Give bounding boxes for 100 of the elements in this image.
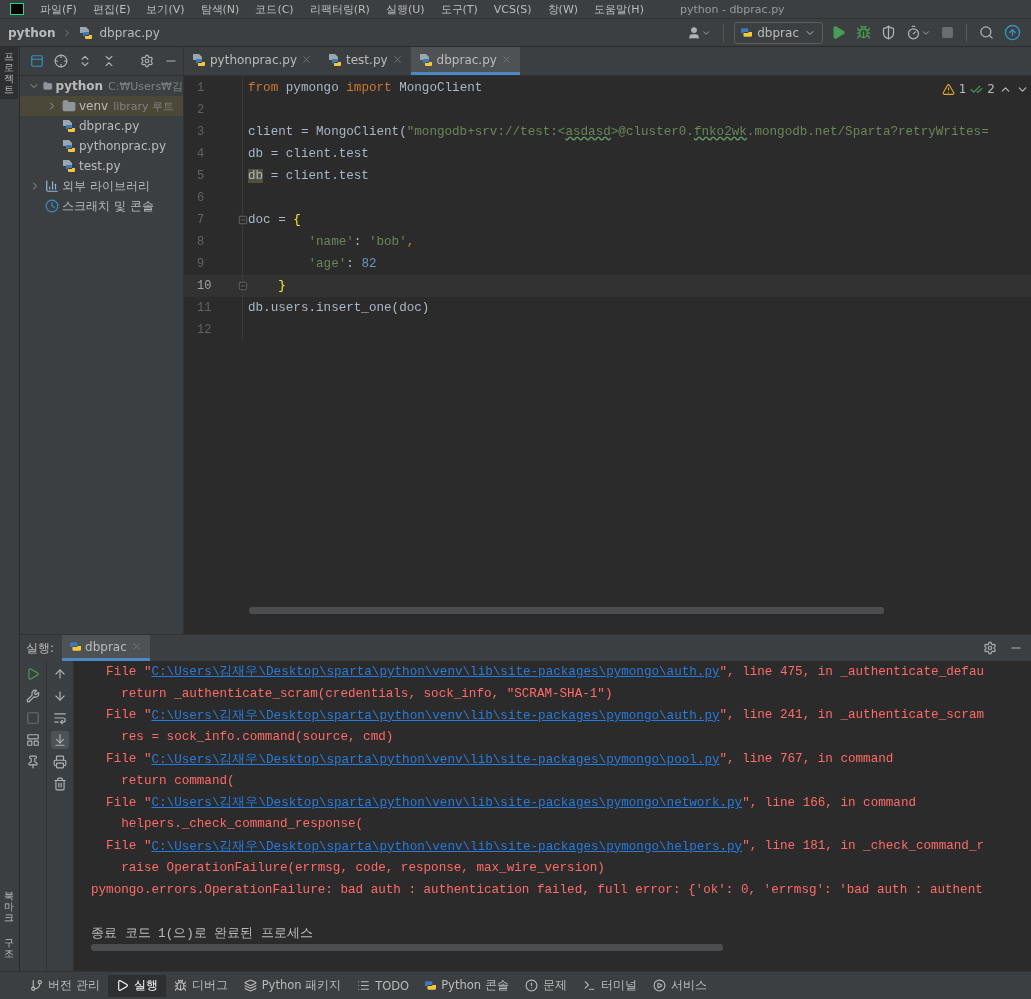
close-icon: [391, 54, 403, 65]
console-line: File "C:\Users\김재우\Desktop\sparta\python\venv\lib\site-packages\pymongo\network.py", line 166, in command: [105, 793, 917, 814]
tree-item[interactable]: venv library 루트: [20, 96, 183, 116]
editor-tab[interactable]: dbprac.py: [410, 47, 520, 75]
settings-icon[interactable]: [981, 639, 999, 657]
line-number: 3: [197, 125, 205, 139]
tool-window-button[interactable]: TODO: [349, 974, 418, 997]
scrollbar[interactable]: [91, 944, 723, 952]
code-line: from pymongo import MongoClient: [248, 81, 483, 95]
layers-icon: [243, 979, 257, 992]
line-number: 8: [197, 235, 205, 249]
play-icon: [115, 979, 129, 992]
tree-item[interactable]: 스크래치 및 콘솔: [20, 196, 183, 216]
tool-window-tab[interactable]: 구조: [0, 933, 18, 963]
tool-window-tab[interactable]: 북마크: [0, 886, 18, 927]
code-line: 'name': 'bob',: [307, 235, 415, 249]
menu-item[interactable]: VCS(S): [493, 2, 532, 16]
python-file-icon: [418, 52, 433, 67]
layout-icon[interactable]: [24, 731, 42, 749]
tool-window-button[interactable]: 디버그: [165, 974, 236, 997]
wrench-icon[interactable]: [24, 687, 42, 705]
settings-icon[interactable]: [138, 52, 156, 70]
console-line: 종료 코드 1(으)로 완료된 프로세스: [91, 925, 314, 943]
crosshair-icon[interactable]: [52, 52, 70, 70]
menu-item[interactable]: 창(W): [547, 1, 579, 17]
python-file-icon: [328, 52, 342, 67]
menu-item[interactable]: 파일(F): [40, 1, 77, 17]
menu-item[interactable]: 리팩터링(R): [309, 1, 370, 17]
panel-title: 실행:: [26, 639, 55, 657]
terminal-icon: [582, 979, 596, 992]
console-line: File "C:\Users\김재우\Desktop\sparta\python\venv\lib\site-packages\pymongo\helpers.py", line 181, in _check_command_r: [105, 836, 985, 857]
breadcrumb[interactable]: dbprac.py: [99, 25, 160, 40]
console-line: File "C:\Users\김재우\Desktop\sparta\python\venv\lib\site-packages\pymongo\pool.py", line 767, in command: [105, 749, 895, 770]
editor-tab[interactable]: pythonprac.py: [184, 47, 320, 75]
tool-window-button[interactable]: 터미널: [574, 974, 645, 997]
tool-window-button[interactable]: 실행: [107, 974, 166, 997]
tree-item[interactable]: python C:₩Users₩김: [20, 76, 183, 96]
run-config-select[interactable]: dbprac: [734, 21, 823, 44]
console-line: raise OperationFailure(errmsg, code, response, max_wire_version): [120, 859, 606, 877]
line-number: 2: [197, 103, 205, 117]
file-link[interactable]: C:\Users\김재우\Desktop\sparta\python\venv\lib\site-packages\pymongo\pool.py: [151, 750, 720, 768]
tree-item[interactable]: 외부 라이브러리: [20, 176, 183, 196]
printer-icon[interactable]: [51, 753, 69, 771]
close-icon: [130, 641, 142, 652]
bug-icon[interactable]: [854, 23, 873, 42]
editor-tab[interactable]: test.py: [320, 47, 411, 75]
warning-icon: [941, 82, 955, 96]
tool-window-button[interactable]: Python 패키지: [235, 974, 350, 997]
scratch-clock-icon: [45, 199, 59, 213]
search-icon[interactable]: [977, 23, 996, 42]
scroll-to-end-icon[interactable]: [51, 731, 69, 749]
line-number: 12: [197, 323, 212, 337]
menu-item[interactable]: 실행(U): [385, 1, 425, 17]
tool-window-button[interactable]: 버전 관리: [22, 974, 108, 997]
line-number: 9: [197, 257, 205, 271]
branch-icon: [30, 979, 43, 992]
fold-marker-icon[interactable]: [238, 215, 248, 225]
run-tab[interactable]: dbprac: [62, 635, 150, 661]
file-link[interactable]: C:\Users\김재우\Desktop\sparta\python\venv\lib\site-packages\pymongo\network.py: [151, 794, 743, 812]
window-title: python - dbprac.py: [679, 2, 785, 16]
tree-item[interactable]: test.py: [20, 156, 183, 176]
code-line: 'age': 82: [307, 257, 377, 271]
tree-item[interactable]: pythonprac.py: [20, 136, 183, 156]
python-file-icon: [79, 25, 94, 40]
tool-window-button[interactable]: Python 콘솔: [417, 974, 517, 997]
python-icon: [70, 642, 82, 651]
menu-item[interactable]: 보기(V): [146, 1, 185, 17]
tool-window-tab[interactable]: 프로젝트: [0, 47, 18, 99]
breadcrumb[interactable]: python: [8, 25, 56, 40]
file-link[interactable]: C:\Users\김재우\Desktop\sparta\python\venv\lib\site-packages\pymongo\auth.py: [151, 706, 720, 724]
python-file-icon: [192, 52, 206, 67]
fold-marker-icon[interactable]: [238, 281, 248, 291]
play-circle-icon: [652, 979, 666, 992]
tree-item[interactable]: dbprac.py: [20, 116, 183, 136]
tool-window-button[interactable]: 서비스: [644, 974, 715, 997]
trash-icon[interactable]: [51, 775, 69, 793]
code-line: db = client.test: [248, 147, 369, 161]
python-icon: [425, 981, 437, 990]
menu-item[interactable]: 도구(T): [440, 1, 478, 17]
console-line: File "C:\Users\김재우\Desktop\sparta\python\venv\lib\site-packages\pymongo\auth.py", line 241, in _authenticate_scram: [105, 705, 985, 726]
tool-window-button[interactable]: 문제: [516, 974, 575, 997]
file-link[interactable]: C:\Users\김재우\Desktop\sparta\python\venv\lib\site-packages\pymongo\auth.py: [151, 663, 720, 681]
typo-count[interactable]: 2: [987, 82, 995, 96]
python-icon: [741, 28, 753, 37]
console-line: File "C:\Users\김재우\Desktop\sparta\python\venv\lib\site-packages\pymongo\auth.py", line 475, in _authenticate_defau: [105, 662, 985, 683]
scrollbar[interactable]: [249, 607, 884, 614]
close-icon: [500, 54, 512, 65]
alert-icon: [524, 979, 538, 992]
file-link[interactable]: C:\Users\김재우\Desktop\sparta\python\venv\lib\site-packages\pymongo\helpers.py: [151, 837, 743, 855]
update-icon[interactable]: [1002, 22, 1023, 43]
close-icon: [301, 54, 312, 65]
menu-item[interactable]: 코드(C): [255, 1, 294, 17]
code-line: db.users.insert_one(doc): [248, 301, 430, 315]
menu-item[interactable]: 탐색(N): [200, 1, 240, 17]
stop-icon[interactable]: [939, 24, 956, 41]
menu-item[interactable]: 편집(E): [92, 1, 131, 17]
warning-count[interactable]: 1: [958, 82, 967, 96]
python-file-icon: [62, 159, 76, 173]
panel-icon[interactable]: [28, 52, 46, 70]
menu-item[interactable]: 도움말(H): [594, 1, 644, 17]
